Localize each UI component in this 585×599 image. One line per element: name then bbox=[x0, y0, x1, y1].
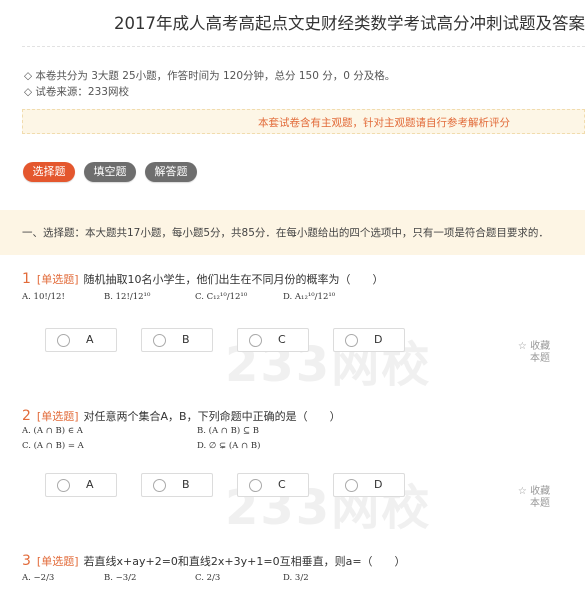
question-number: 1 bbox=[22, 271, 31, 287]
answer-choice-b[interactable]: B bbox=[141, 328, 213, 352]
choice-label: D bbox=[374, 333, 383, 346]
option-d-text: D. ∅ ⊊ (A ∩ B) bbox=[197, 441, 261, 451]
notice-text: 本套试卷含有主观题，针对主观题请自行参考解析评分 bbox=[258, 117, 510, 129]
section-description: 一、选择题：本大题共17小题，每小题5分，共85分．在每小题给出的四个选项中，只… bbox=[22, 227, 549, 239]
choice-label: D bbox=[374, 478, 383, 491]
tab-answer-questions[interactable]: 解答题 bbox=[145, 162, 197, 182]
option-c-text: C. C₁₂¹⁰/12¹⁰ bbox=[195, 292, 248, 302]
option-c-text: C. (A ∩ B) = A bbox=[22, 441, 84, 451]
answer-choice-d[interactable]: D bbox=[333, 473, 405, 497]
option-a-text: A. (A ∩ B) ∈ A bbox=[22, 426, 83, 436]
favorite-label-2: 本题 bbox=[530, 353, 550, 364]
option-a-text: A. −2/3 bbox=[22, 573, 55, 583]
option-b-text: B. 12!/12¹⁰ bbox=[104, 292, 151, 302]
question-number: 3 bbox=[22, 553, 31, 569]
radio-icon[interactable] bbox=[57, 479, 70, 492]
option-d-text: D. A₁₂¹⁰/12¹⁰ bbox=[283, 292, 336, 302]
choice-label: B bbox=[182, 478, 190, 491]
answer-choice-a[interactable]: A bbox=[45, 328, 117, 352]
radio-icon[interactable] bbox=[345, 334, 358, 347]
answer-choice-b[interactable]: B bbox=[141, 473, 213, 497]
question-type: [单选题] bbox=[36, 273, 79, 286]
question-number: 2 bbox=[22, 408, 31, 424]
option-b-text: B. (A ∩ B) ⊆ B bbox=[197, 426, 259, 436]
option-b-text: B. −3/2 bbox=[104, 573, 137, 583]
section-header: 一、选择题：本大题共17小题，每小题5分，共85分．在每小题给出的四个选项中，只… bbox=[0, 210, 585, 255]
radio-icon[interactable] bbox=[249, 334, 262, 347]
choice-label: C bbox=[278, 478, 286, 491]
option-d-text: D. 3/2 bbox=[283, 573, 309, 583]
favorite-button[interactable]: ☆ 收藏 本题 bbox=[512, 486, 556, 510]
radio-icon[interactable] bbox=[249, 479, 262, 492]
question-text: 随机抽取10名小学生，他们出生在不同月份的概率为（ ） bbox=[83, 273, 384, 286]
exam-info: ◇ 本卷共分为 3大题 25小题，作答时间为 120分钟，总分 150 分，0 … bbox=[24, 70, 396, 82]
choice-label: B bbox=[182, 333, 190, 346]
question-type: [单选题] bbox=[36, 410, 79, 423]
question-3-header: 3 [单选题] 若直线x+ay+2=0和直线2x+3y+1=0互相垂直，则a=（ ） bbox=[22, 553, 406, 569]
answer-choice-c[interactable]: C bbox=[237, 328, 309, 352]
radio-icon[interactable] bbox=[153, 334, 166, 347]
notice-banner: 本套试卷含有主观题，针对主观题请自行参考解析评分 bbox=[22, 109, 585, 134]
radio-icon[interactable] bbox=[345, 479, 358, 492]
option-a-text: A. 10!/12! bbox=[22, 292, 65, 302]
choice-label: A bbox=[86, 478, 94, 491]
tab-fill-in-questions[interactable]: 填空题 bbox=[84, 162, 136, 182]
answer-choice-a[interactable]: A bbox=[45, 473, 117, 497]
radio-icon[interactable] bbox=[153, 479, 166, 492]
answer-choice-c[interactable]: C bbox=[237, 473, 309, 497]
favorite-label: ☆ 收藏 bbox=[517, 486, 551, 497]
favorite-label: ☆ 收藏 bbox=[517, 341, 551, 352]
option-c-text: C. 2/3 bbox=[195, 573, 221, 583]
radio-icon[interactable] bbox=[57, 334, 70, 347]
question-type: [单选题] bbox=[36, 555, 79, 568]
header-divider bbox=[22, 46, 585, 47]
exam-source: ◇ 试卷来源：233网校 bbox=[24, 86, 129, 98]
question-text: 对任意两个集合A，B，下列命题中正确的是（ ） bbox=[83, 410, 341, 423]
tab-choice-questions[interactable]: 选择题 bbox=[23, 162, 75, 182]
page-title: 2017年成人高考高起点文史财经类数学考试高分冲刺试题及答案 bbox=[114, 14, 585, 33]
choice-label: C bbox=[278, 333, 286, 346]
question-2-header: 2 [单选题] 对任意两个集合A，B，下列命题中正确的是（ ） bbox=[22, 408, 341, 424]
answer-choice-d[interactable]: D bbox=[333, 328, 405, 352]
question-text: 若直线x+ay+2=0和直线2x+3y+1=0互相垂直，则a=（ ） bbox=[83, 555, 406, 568]
choice-label: A bbox=[86, 333, 94, 346]
question-1-header: 1 [单选题] 随机抽取10名小学生，他们出生在不同月份的概率为（ ） bbox=[22, 271, 384, 287]
favorite-label-2: 本题 bbox=[530, 498, 550, 509]
favorite-button[interactable]: ☆ 收藏 本题 bbox=[512, 341, 556, 365]
